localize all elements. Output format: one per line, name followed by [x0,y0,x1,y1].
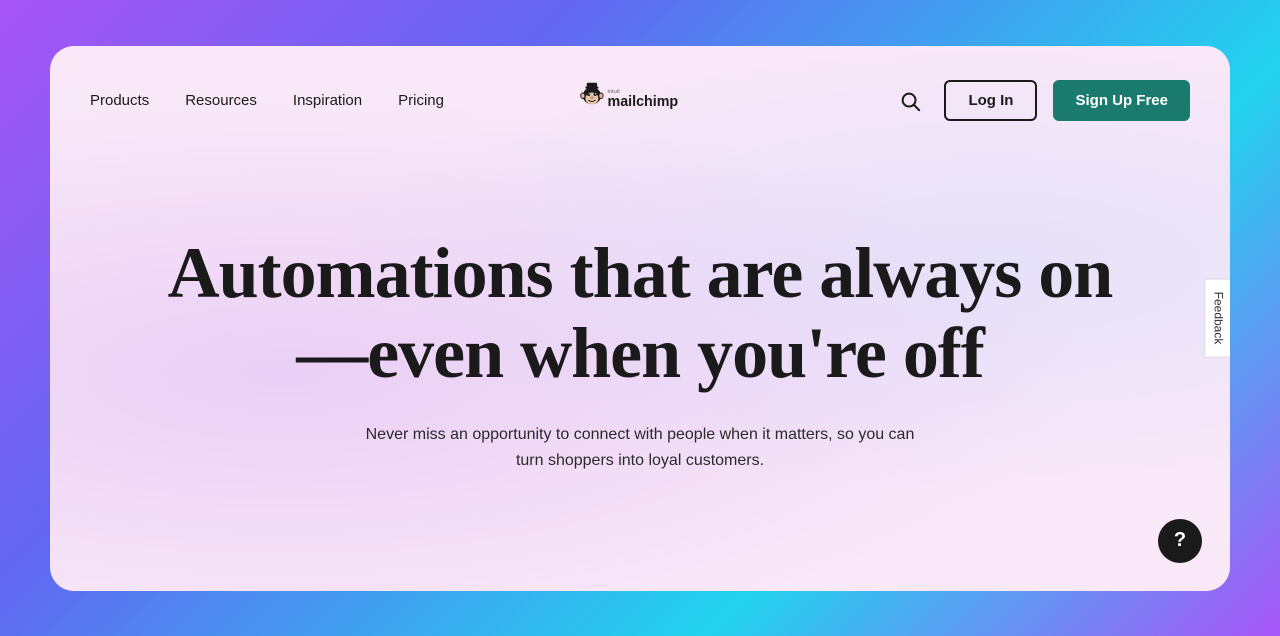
nav-item-products[interactable]: Products [90,92,149,109]
nav-item-resources[interactable]: Resources [185,92,257,109]
nav-item-inspiration[interactable]: Inspiration [293,92,362,109]
svg-text:mailchimp: mailchimp [608,94,679,110]
nav-left: Products Resources Inspiration Pricing [90,92,444,109]
hero-section: Automations that are always on—even when… [50,156,1230,591]
hero-title: Automations that are always on—even when… [150,233,1130,394]
search-icon [899,90,921,112]
signup-button[interactable]: Sign Up Free [1053,80,1190,121]
hero-subtitle: Never miss an opportunity to connect wit… [360,422,920,473]
nav-item-pricing[interactable]: Pricing [398,92,444,109]
mailchimp-logo: intuit mailchimp [575,78,705,118]
feedback-tab[interactable]: Feedback [1205,279,1230,358]
help-button[interactable]: ? [1158,519,1202,563]
search-button[interactable] [892,83,928,119]
login-button[interactable]: Log In [944,80,1037,121]
main-card: Products Resources Inspiration Pricing [50,46,1230,591]
navbar: Products Resources Inspiration Pricing [50,46,1230,156]
logo-container: intuit mailchimp [575,78,705,123]
nav-right: Log In Sign Up Free [892,80,1190,121]
